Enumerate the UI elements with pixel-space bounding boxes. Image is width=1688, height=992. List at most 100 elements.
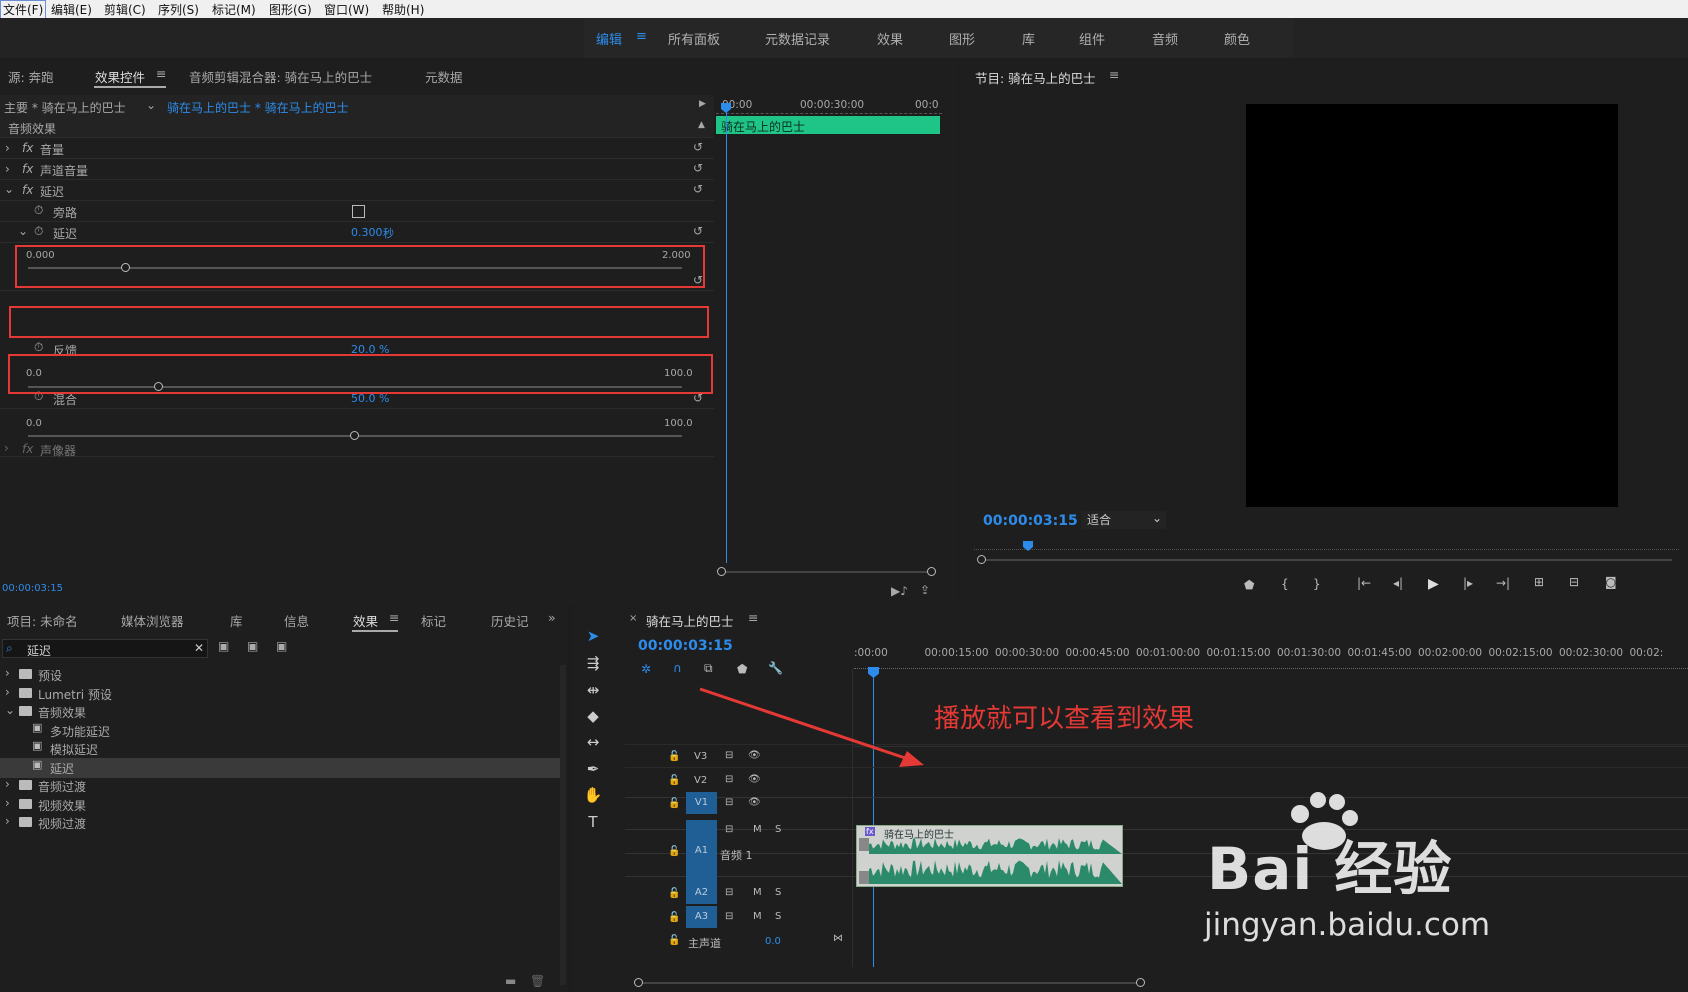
- lock-icon[interactable]: 🔓: [668, 912, 680, 923]
- timeline-zoom-left-handle[interactable]: [634, 978, 643, 987]
- tab-markers[interactable]: 标记: [421, 611, 446, 630]
- chevron-right-icon[interactable]: ›: [4, 441, 9, 455]
- tab-project[interactable]: 项目: 未命名: [7, 611, 78, 630]
- solo-button[interactable]: S: [775, 824, 781, 835]
- menu-help[interactable]: 帮助(H): [382, 1, 424, 18]
- track-a1-target[interactable]: A1: [686, 820, 717, 882]
- project-scrollbar[interactable]: [560, 665, 566, 985]
- menu-sequence[interactable]: 序列(S): [158, 1, 199, 18]
- program-ruler[interactable]: [974, 542, 1679, 550]
- wrench-icon[interactable]: 🔧: [768, 661, 783, 675]
- add-marker-icon[interactable]: ⬟: [737, 662, 747, 676]
- chevron-down-icon[interactable]: ⌄: [146, 98, 156, 112]
- mute-button[interactable]: M: [753, 887, 762, 898]
- reset-icon[interactable]: ↺: [693, 224, 703, 238]
- snap-icon[interactable]: ∩: [673, 661, 682, 675]
- go-to-out-icon[interactable]: →|: [1496, 576, 1510, 590]
- selection-tool-icon[interactable]: ➤: [582, 627, 604, 649]
- new-bin-icon[interactable]: ▬: [505, 974, 516, 988]
- tab-libraries[interactable]: 库: [230, 611, 243, 630]
- workspace-assembly[interactable]: 组件: [1079, 29, 1105, 48]
- panel-menu-icon[interactable]: ≡: [1109, 67, 1119, 82]
- chevron-down-icon[interactable]: ⌄: [4, 182, 14, 196]
- mark-in-icon[interactable]: {: [1281, 577, 1289, 591]
- chevron-down-icon[interactable]: ⌄: [5, 703, 15, 717]
- sequence-clip-label[interactable]: 骑在马上的巴士 * 骑在马上的巴士: [167, 99, 349, 116]
- lock-icon[interactable]: 🔓: [668, 846, 680, 857]
- ec-clip-bar[interactable]: 骑在马上的巴士: [716, 116, 940, 134]
- clear-icon[interactable]: ✕: [194, 641, 204, 655]
- menu-clip[interactable]: 剪辑(C): [104, 1, 146, 18]
- tab-media-browser[interactable]: 媒体浏览器: [121, 611, 184, 630]
- stopwatch-icon[interactable]: ⏱: [34, 203, 43, 218]
- play-only-audio-icon[interactable]: ▶♪: [891, 584, 908, 598]
- menu-marker[interactable]: 标记(M): [212, 1, 256, 18]
- chevron-down-icon[interactable]: ⌄: [18, 224, 28, 238]
- chevron-right-icon[interactable]: ›: [5, 814, 10, 828]
- mute-button[interactable]: M: [753, 911, 762, 922]
- workspace-color[interactable]: 颜色: [1224, 29, 1250, 48]
- lock-icon[interactable]: 🔓: [668, 751, 680, 762]
- track-select-tool-icon[interactable]: ⇶: [582, 654, 604, 676]
- reset-icon[interactable]: ↺: [693, 140, 703, 154]
- chevron-right-icon[interactable]: ›: [5, 796, 10, 810]
- program-title[interactable]: 节目: 骑在马上的巴士: [975, 68, 1096, 87]
- track-a3-target[interactable]: A3: [686, 906, 717, 928]
- tree-item[interactable]: ▣ 模拟延迟: [0, 739, 560, 759]
- tab-info[interactable]: 信息: [284, 611, 309, 630]
- workspace-effects[interactable]: 效果: [877, 29, 903, 48]
- tab-audio-clip-mixer[interactable]: 音频剪辑混合器: 骑在马上的巴士: [189, 67, 372, 86]
- program-zoom-bar[interactable]: [982, 559, 1672, 561]
- chevron-right-icon[interactable]: ›: [5, 777, 10, 791]
- yuv-effects-icon[interactable]: ▣: [276, 639, 287, 653]
- workspace-all-panels[interactable]: 所有面板: [668, 29, 720, 48]
- mix-slider-handle[interactable]: [350, 431, 359, 440]
- ec-playhead[interactable]: [726, 103, 727, 563]
- timeline-timecode[interactable]: 00:00:03:15: [638, 638, 733, 654]
- track-v1-target[interactable]: V1: [686, 792, 717, 814]
- panel-menu-icon[interactable]: ≡: [748, 610, 758, 625]
- workspace-audio[interactable]: 音频: [1152, 29, 1178, 48]
- menu-graphics[interactable]: 图形(G): [269, 1, 312, 18]
- menu-window[interactable]: 窗口(W): [324, 1, 369, 18]
- slip-tool-icon[interactable]: ↔: [582, 733, 604, 755]
- stopwatch-icon[interactable]: ⏱: [34, 340, 43, 355]
- go-to-in-icon[interactable]: |←: [1357, 576, 1371, 590]
- solo-button[interactable]: S: [775, 911, 781, 922]
- linked-selection-icon[interactable]: ⧉: [704, 661, 713, 676]
- scroll-up-icon[interactable]: ▲: [698, 120, 705, 130]
- workspace-libraries[interactable]: 库: [1022, 29, 1035, 48]
- workspace-graphics[interactable]: 图形: [949, 29, 975, 48]
- solo-button[interactable]: S: [775, 887, 781, 898]
- go-to-end-icon[interactable]: ⋈: [833, 933, 843, 944]
- ripple-edit-tool-icon[interactable]: ⇹: [582, 681, 604, 703]
- chevron-right-icon[interactable]: ›: [5, 162, 10, 176]
- audio-clip[interactable]: fx 骑在马上的巴士: [856, 825, 1123, 887]
- hand-tool-icon[interactable]: ✋: [582, 786, 604, 808]
- panel-menu-icon[interactable]: ≡: [156, 66, 166, 81]
- sync-lock-icon[interactable]: ⊟: [725, 887, 733, 898]
- tree-item[interactable]: ⌄ 音频效果: [0, 702, 560, 722]
- ec-scroll-left-handle[interactable]: [717, 567, 726, 576]
- ec-scroll-right-handle[interactable]: [927, 567, 936, 576]
- ec-scrollbar[interactable]: [722, 571, 932, 573]
- sync-lock-icon[interactable]: ⊟: [725, 911, 733, 922]
- 32bit-effects-icon[interactable]: ▣: [247, 639, 258, 653]
- fx-row-channel-volume[interactable]: › fx 声道音量 ↺: [0, 159, 714, 180]
- delete-icon[interactable]: 🗑: [530, 974, 545, 988]
- tree-item[interactable]: ▣ 多功能延迟: [0, 721, 560, 741]
- tree-item[interactable]: › 音频过渡: [0, 776, 560, 796]
- accelerated-effects-icon[interactable]: ▣: [218, 639, 229, 653]
- marker-icon[interactable]: ⬟: [1244, 578, 1254, 592]
- play-right-icon[interactable]: ▶: [699, 99, 706, 109]
- panel-menu-icon[interactable]: ≡: [389, 610, 399, 625]
- tab-effects[interactable]: 效果: [353, 611, 378, 630]
- sync-lock-icon[interactable]: ⊟: [725, 824, 733, 835]
- more-tabs-icon[interactable]: »: [548, 610, 556, 625]
- play-icon[interactable]: ▶: [1428, 576, 1439, 592]
- lift-icon[interactable]: ⊞: [1534, 575, 1544, 589]
- workspace-editing[interactable]: 编辑: [596, 29, 622, 48]
- razor-tool-icon[interactable]: ◆: [582, 707, 604, 729]
- workspace-menu-icon[interactable]: ≡: [636, 29, 647, 44]
- menu-file[interactable]: 文件(F): [0, 0, 47, 19]
